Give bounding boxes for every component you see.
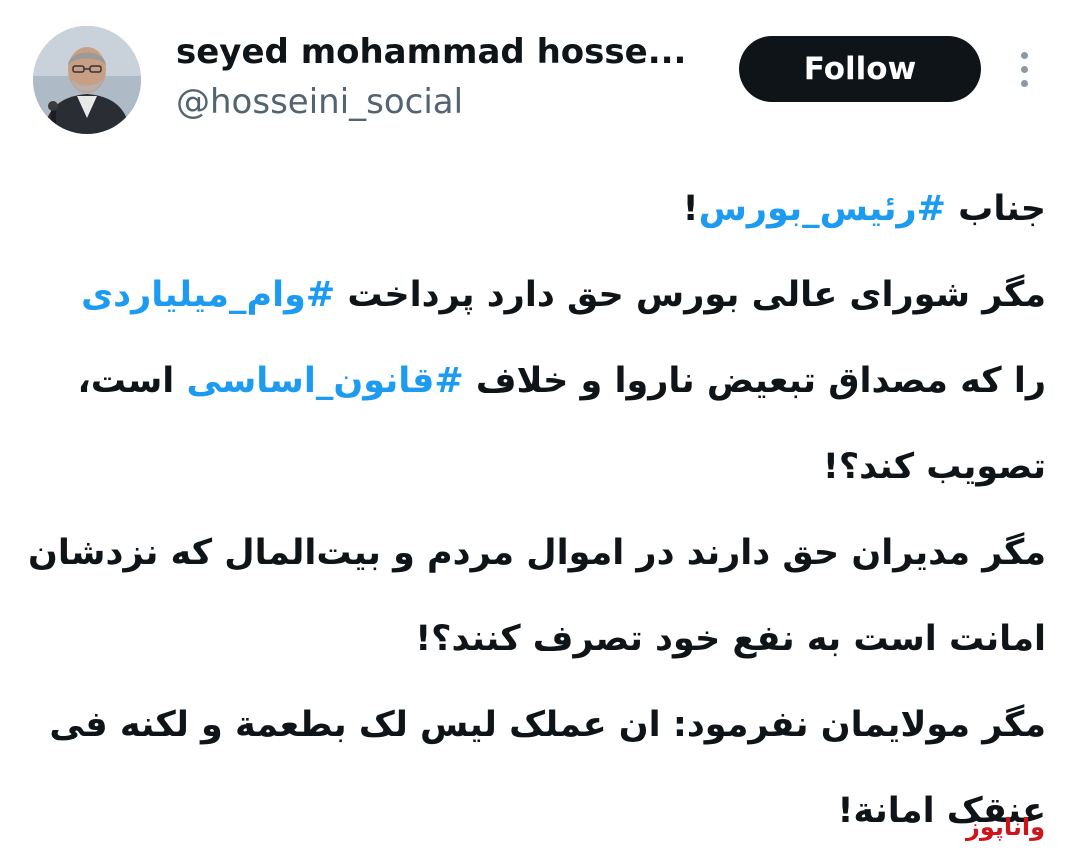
user-handle[interactable]: @hosseini_social (176, 80, 463, 124)
tweet-line: عنقک امانة! (40, 768, 1046, 854)
tweet-line: مگر مدیران حق دارند در اموال مردم و بیت‌… (28, 510, 1046, 596)
hashtag-link[interactable]: #رئیس_بورس (699, 189, 946, 229)
tweet-text-segment: امانت است به نفع خود تصرف کنند؟! (415, 619, 1046, 659)
tweet-line: مگر مولایمان نفرمود: ان عملک لیس لک بطعم… (40, 682, 1046, 768)
follow-button[interactable]: Follow (739, 36, 981, 102)
more-dot (1021, 66, 1028, 73)
more-dot (1021, 52, 1028, 59)
avatar[interactable] (33, 26, 141, 134)
tweet-text-segment: مگر مدیران حق دارند در اموال مردم و بیت‌… (28, 533, 1046, 573)
hashtag-link[interactable]: #قانون_اساسی (186, 361, 463, 401)
avatar-image (33, 26, 141, 134)
tweet-line: را که مصداق تبعیض ناروا و خلاف #قانون_اس… (40, 338, 1047, 424)
tweet-line: امانت است به نفع خود تصرف کنند؟! (40, 596, 1046, 682)
tweet-text: جناب #رئیس_بورس! مگر شورای عالی بورس حق د… (28, 166, 1047, 854)
watermark-logo: واناپوز (966, 813, 1046, 841)
tweet-text-segment: را که مصداق تبعیض ناروا و خلاف (463, 361, 1046, 401)
hashtag-link[interactable]: #وام_میلیاردی (81, 275, 335, 315)
display-name[interactable]: seyed mohammad hosse... (176, 28, 686, 76)
tweet-line: مگر شورای عالی بورس حق دارد پرداخت #وام_… (40, 252, 1046, 338)
tweet-text-segment: تصویب کند؟! (822, 447, 1046, 487)
tweet-text-segment: است، (77, 361, 187, 401)
tweet-header: seyed mohammad hosse... @hosseini_social… (0, 0, 1080, 150)
tweet-line: جناب #رئیس_بورس! (40, 166, 1046, 252)
tweet-text-segment: مگر مولایمان نفرمود: ان عملک لیس لک بطعم… (49, 705, 1046, 745)
more-dot (1021, 80, 1028, 87)
tweet-text-segment: جناب (945, 189, 1046, 229)
more-options-icon[interactable] (1004, 46, 1044, 92)
tweet-text-segment: ! (682, 189, 699, 229)
tweet-text-segment: مگر شورای عالی بورس حق دارد پرداخت (335, 275, 1046, 315)
tweet-line: تصویب کند؟! (40, 424, 1046, 510)
